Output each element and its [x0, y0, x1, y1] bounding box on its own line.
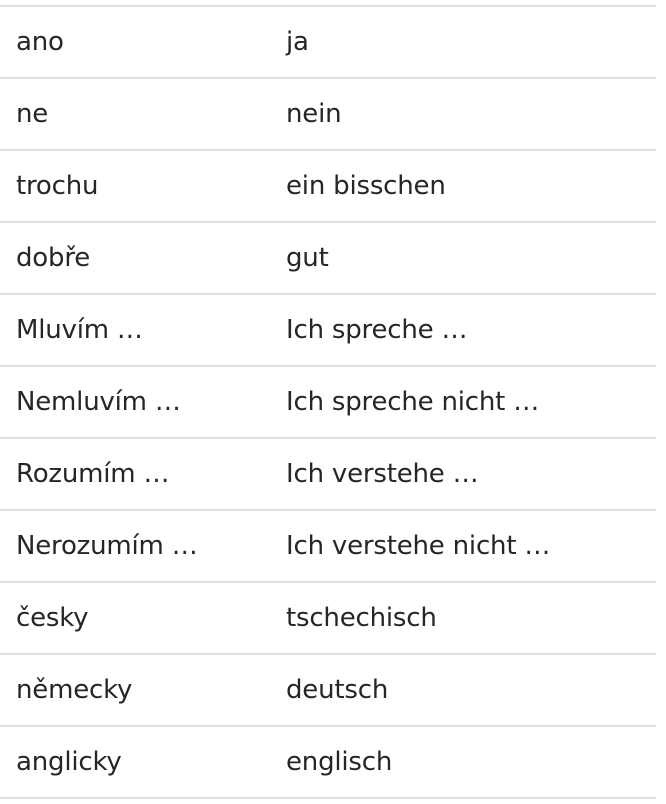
german-word: ja	[286, 27, 309, 57]
german-word: Ich spreche nicht …	[286, 387, 540, 417]
german-word: ein bisschen	[286, 171, 446, 201]
czech-word: trochu	[16, 171, 99, 201]
czech-word: Mluvím …	[16, 315, 143, 345]
table-row: anglicky englisch	[0, 726, 656, 798]
table-row: trochu ein bisschen	[0, 150, 656, 222]
german-word: englisch	[286, 747, 393, 777]
czech-word: anglicky	[16, 747, 122, 777]
german-word: tschechisch	[286, 603, 437, 633]
table-row: Rozumím … Ich verstehe …	[0, 438, 656, 510]
german-word: nein	[286, 99, 342, 129]
vocabulary-table-body: ano ja ne nein trochu ein bisschen dobře…	[0, 6, 656, 798]
table-row: Nemluvím … Ich spreche nicht …	[0, 366, 656, 438]
czech-word: Rozumím …	[16, 459, 170, 489]
german-word: Ich verstehe nicht …	[286, 531, 551, 561]
table-row: Mluvím … Ich spreche …	[0, 294, 656, 366]
czech-word: německy	[16, 675, 133, 705]
german-word: gut	[286, 243, 329, 273]
table-row: česky tschechisch	[0, 582, 656, 654]
czech-word: ano	[16, 27, 64, 57]
czech-word: Nemluvím …	[16, 387, 181, 417]
vocabulary-table: ano ja ne nein trochu ein bisschen dobře…	[0, 5, 656, 799]
table-row: ano ja	[0, 6, 656, 78]
czech-word: česky	[16, 603, 89, 633]
german-word: Ich spreche …	[286, 315, 468, 345]
german-word: Ich verstehe …	[286, 459, 479, 489]
table-row: německy deutsch	[0, 654, 656, 726]
czech-word: Nerozumím …	[16, 531, 198, 561]
czech-word: ne	[16, 99, 49, 129]
german-word: deutsch	[286, 675, 389, 705]
table-row: Nerozumím … Ich verstehe nicht …	[0, 510, 656, 582]
table-row: ne nein	[0, 78, 656, 150]
czech-word: dobře	[16, 243, 91, 273]
table-row: dobře gut	[0, 222, 656, 294]
